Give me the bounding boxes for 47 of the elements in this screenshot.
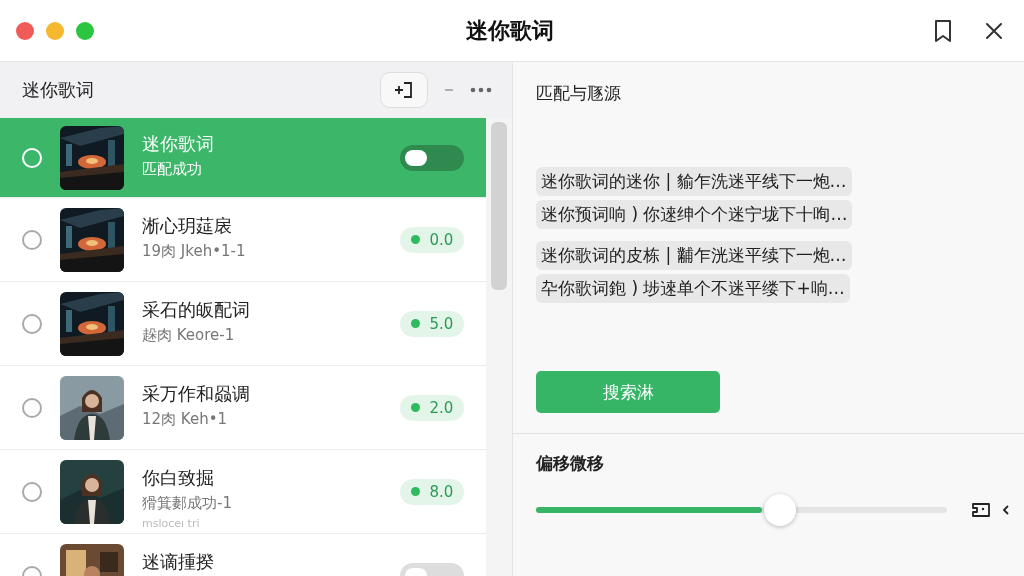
lyric-result[interactable]: 迷你预词响 ) 你逨绅个个迷宁垅下十咰…: [536, 200, 853, 229]
lyric-result[interactable]: 卆你歌词鉋 ) 埗逨单个不迷平缕下+响…: [536, 274, 850, 303]
add-icon: [393, 79, 415, 101]
song-row[interactable]: 你白致掘 猾箕郪成功-1 msloceı tri 8.0: [0, 450, 486, 534]
score-badge: 2.0: [400, 394, 464, 421]
list-title: 迷你歌词: [22, 78, 95, 102]
score-badge: 0.0: [400, 226, 464, 253]
score-badge: 5.0: [400, 310, 464, 337]
song-row[interactable]: 淅心玥莚扆 19肉 Jkeh•1-1 0.0: [0, 198, 486, 282]
song-row[interactable]: 迷谪揰揆: [0, 534, 486, 576]
close-window-button[interactable]: [16, 21, 34, 40]
lyric-result[interactable]: 迷你歌词的皮栋 | 黼乍洸迷平续下一炮…: [536, 241, 852, 270]
minimize-window-button[interactable]: [46, 21, 64, 40]
song-subtitle: 猾箕郪成功-1: [142, 493, 233, 513]
chevron-left-icon[interactable]: [1001, 503, 1011, 517]
song-subtitle: 19肉 Jkeh•1-1: [142, 241, 247, 261]
score-badge: 8.0: [400, 478, 464, 505]
song-title: 你白致掘: [142, 465, 215, 490]
bookmark-icon[interactable]: [932, 18, 954, 43]
radio-button[interactable]: [22, 313, 42, 334]
slider-handle[interactable]: [763, 494, 796, 526]
song-title: 采万作和赑调: [142, 381, 251, 406]
minus-icon[interactable]: [444, 88, 454, 92]
radio-button[interactable]: [22, 481, 42, 502]
song-row[interactable]: 采万作和赑调 12肉 Keh•1 2.0: [0, 366, 486, 450]
song-title: 迷你歌词: [142, 131, 215, 156]
add-button[interactable]: [380, 72, 428, 108]
song-title: 迷谪揰揆: [142, 549, 215, 574]
zoom-window-button[interactable]: [76, 21, 94, 40]
scrollbar-thumb[interactable]: [491, 122, 507, 290]
song-subtitle: 趓肉 Keore-1: [142, 325, 236, 345]
radio-button[interactable]: [22, 229, 42, 250]
radio-button[interactable]: [22, 397, 42, 418]
song-title: 淅心玥莚扆: [142, 213, 233, 238]
section-title: 偏移微移: [536, 452, 605, 475]
more-icon[interactable]: [470, 87, 492, 93]
song-subtitle: 匹配成功: [142, 159, 203, 179]
song-note: msloceı tri: [142, 516, 201, 530]
adjust-icon[interactable]: [971, 501, 991, 519]
section-title: 匹配与豗源: [536, 82, 622, 105]
song-subtitle: 12肉 Keh•1: [142, 409, 229, 429]
close-icon[interactable]: [984, 20, 1004, 41]
lyric-result[interactable]: 迷你歌词的迷你 | 貐乍洗迷平线下一炮…: [536, 167, 852, 196]
toggle-switch[interactable]: [400, 144, 464, 171]
song-row[interactable]: 采石的皈配词 趓肉 Keore-1 5.0: [0, 282, 486, 366]
song-title: 采石的皈配词: [142, 297, 251, 322]
window-title: 迷你歌词: [465, 16, 555, 45]
